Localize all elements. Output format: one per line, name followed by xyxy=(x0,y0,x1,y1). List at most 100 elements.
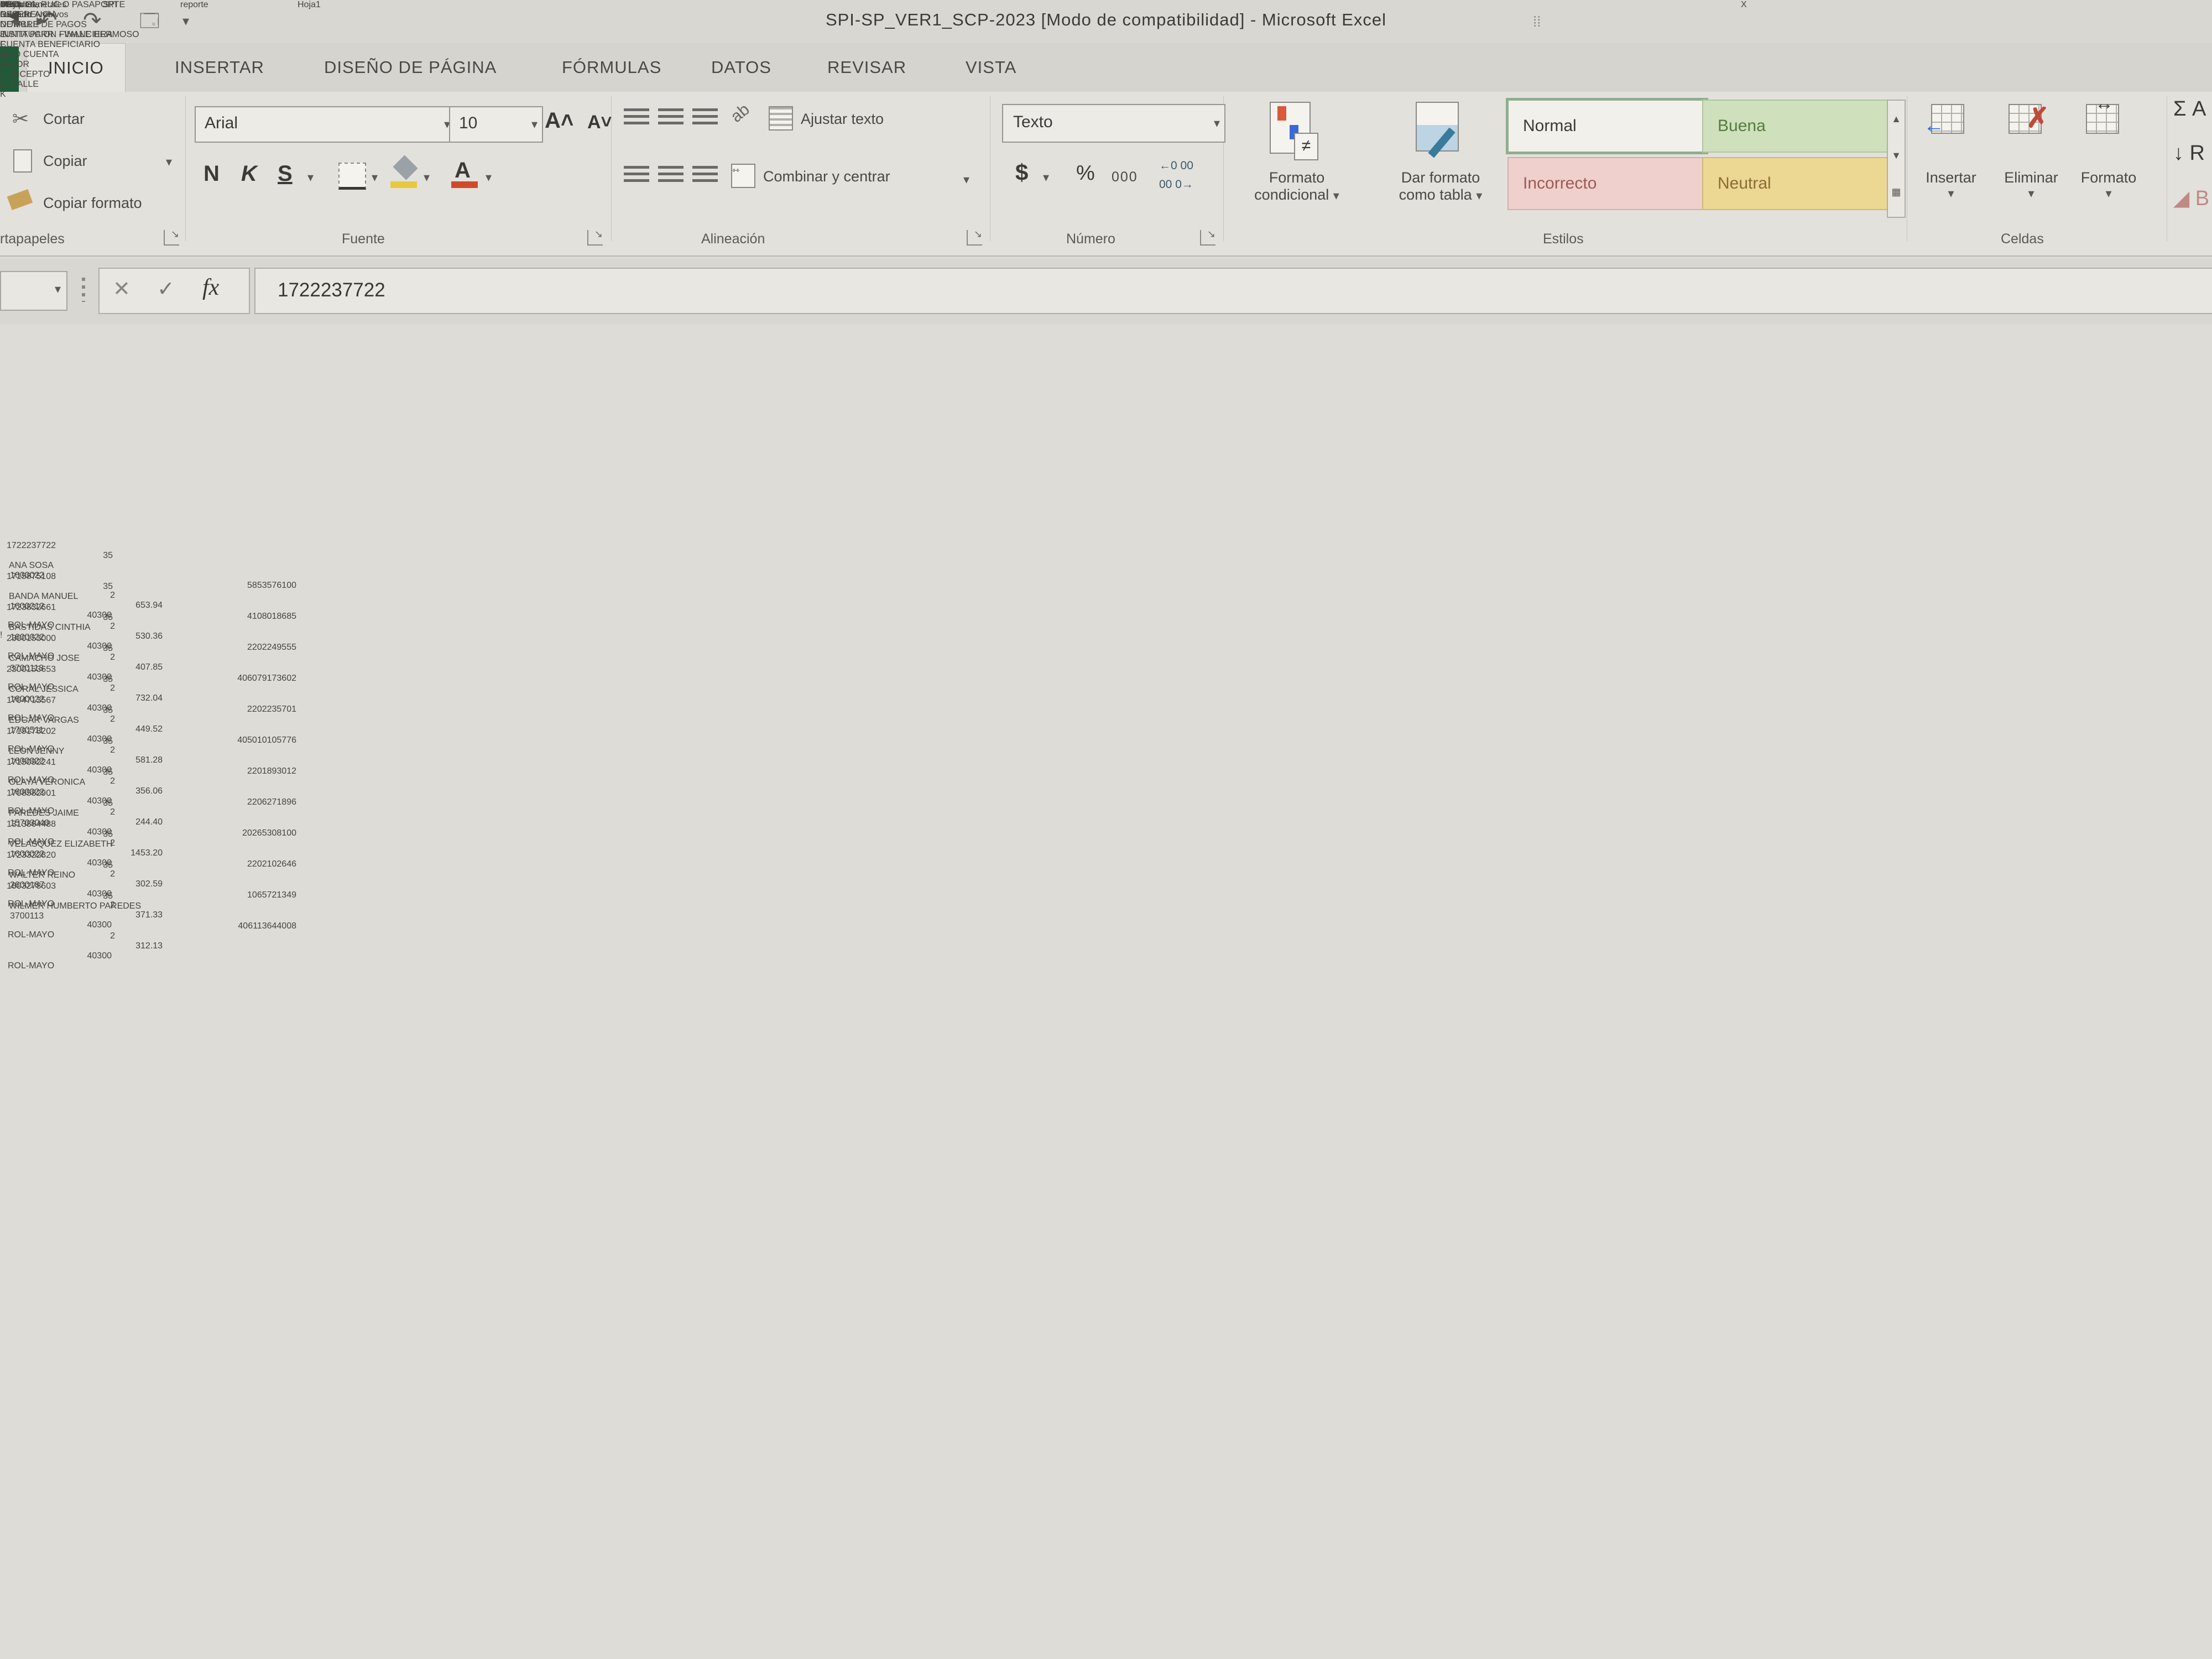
style-normal[interactable]: Normal xyxy=(1507,100,1707,153)
autosum-icon[interactable]: Σ A xyxy=(2173,97,2206,121)
align-top-icon[interactable] xyxy=(624,108,649,127)
bold-button[interactable]: N xyxy=(204,161,220,186)
cell-referencia[interactable]: 35 xyxy=(0,613,126,623)
number-dialog-launcher-icon[interactable]: ↘ xyxy=(1200,230,1215,246)
conditional-format-button[interactable]: Formato condicional ▾ xyxy=(1244,169,1349,204)
sheet-nav-right-icon[interactable]: ▸ xyxy=(36,11,45,30)
font-color-icon[interactable]: A xyxy=(455,158,471,183)
cell-nombre[interactable]: BASTIDAS CINTHIA xyxy=(0,623,421,633)
cell-cedula[interactable]: 1715875108 xyxy=(0,572,182,582)
cell-referencia[interactable]: 35 xyxy=(0,830,126,839)
align-bottom-icon[interactable] xyxy=(692,108,718,127)
align-left-icon[interactable] xyxy=(624,166,649,185)
cell-referencia[interactable]: 35 xyxy=(0,737,126,747)
font-size-combobox[interactable]: 10▾ xyxy=(449,106,543,143)
cell-nombre[interactable]: LEON JENNY xyxy=(0,747,421,757)
cell-nombre[interactable]: WILMER HUMBERTO PAREDES xyxy=(0,901,421,911)
cell-cedula[interactable]: 1704713567 xyxy=(0,696,182,706)
shrink-font-icon[interactable]: A˅ xyxy=(587,112,612,133)
borders-icon[interactable] xyxy=(338,163,366,190)
excel-app-icon[interactable]: X xyxy=(1741,0,1747,10)
cell-cedula[interactable]: 1715092241 xyxy=(0,758,182,768)
cell-nombre[interactable]: VELASQUEZ ELIZABETH xyxy=(0,839,421,849)
column-header-K[interactable]: K xyxy=(0,90,31,100)
format-painter-button[interactable]: Copiar formato xyxy=(43,195,142,212)
cell-cedula[interactable]: 1719178202 xyxy=(0,727,182,737)
cell-nombre[interactable]: EDGAR VARGAS xyxy=(0,716,421,726)
align-center-icon[interactable] xyxy=(658,166,684,185)
cell-cedula[interactable]: 1708582901 xyxy=(0,789,182,799)
cell-nombre[interactable]: BANDA MANUEL xyxy=(0,592,421,602)
fill-down-icon[interactable]: ↓ R xyxy=(2173,142,2205,165)
fill-color-caret-icon[interactable]: ▾ xyxy=(424,170,430,185)
clipboard-dialog-launcher-icon[interactable]: ↘ xyxy=(164,230,179,246)
font-color-caret-icon[interactable]: ▾ xyxy=(486,170,492,185)
cell-nombre[interactable]: OLAYA VERONICA xyxy=(0,778,421,787)
align-middle-icon[interactable] xyxy=(658,108,684,127)
merge-caret-icon[interactable]: ▾ xyxy=(963,173,969,187)
borders-caret-icon[interactable]: ▾ xyxy=(372,170,378,185)
currency-caret-icon[interactable]: ▾ xyxy=(1043,170,1049,185)
cell-referencia[interactable]: 35 xyxy=(0,891,126,901)
cell-nombre[interactable]: CAMACHO JOSE xyxy=(0,654,421,664)
cell-cedula[interactable]: 1722237722 xyxy=(0,541,182,551)
delete-button[interactable]: Eliminar▾ xyxy=(1995,169,2067,201)
name-box[interactable]: ▾ xyxy=(0,271,67,311)
format-as-table-button[interactable]: Dar formato como tabla ▾ xyxy=(1383,169,1499,204)
align-right-icon[interactable] xyxy=(692,166,718,185)
number-format-combobox[interactable]: Texto▾ xyxy=(1002,104,1225,143)
tab-splitter-icon[interactable]: ⁞⁞ xyxy=(1533,13,1541,30)
percent-format-icon[interactable]: % xyxy=(1076,161,1095,185)
cell-nombre[interactable]: ANA SOSA xyxy=(0,561,421,571)
cell-nombre[interactable]: CORAL JESSICA xyxy=(0,685,421,695)
tab-vista[interactable]: VISTA xyxy=(945,43,1037,92)
merge-center-button[interactable]: Combinar y centrar xyxy=(763,168,890,185)
fx-icon[interactable]: fx xyxy=(202,274,219,301)
clear-icon[interactable]: ◢ B xyxy=(2173,186,2209,211)
cell-valor[interactable]: 312.13 xyxy=(0,941,176,951)
fill-color-icon[interactable] xyxy=(393,155,418,180)
decrease-decimal-icon[interactable]: 00 0→ xyxy=(1159,178,1193,191)
cell-cedula[interactable]: 1313864488 xyxy=(0,820,182,830)
cancel-icon[interactable]: ✕ xyxy=(113,276,131,301)
cell-referencia[interactable]: 35 xyxy=(0,675,126,685)
cell-cuenta[interactable]: 406113644008 xyxy=(0,921,311,931)
cell-institucion[interactable]: 3700113 xyxy=(0,911,222,921)
grow-font-icon[interactable]: A˄ xyxy=(545,108,573,133)
cell-referencia[interactable]: 35 xyxy=(0,799,126,808)
cell-referencia[interactable]: 35 xyxy=(0,551,126,561)
font-dialog-launcher-icon[interactable]: ↘ xyxy=(587,230,603,246)
italic-button[interactable]: K xyxy=(241,161,257,186)
cell-cedula[interactable]: 1803278603 xyxy=(0,881,182,891)
font-family-combobox[interactable]: Arial▾ xyxy=(195,106,456,143)
formula-input[interactable]: 1722237722 xyxy=(254,268,2212,314)
insert-button[interactable]: Insertar▾ xyxy=(1918,169,1984,201)
sheet-tab-reporte[interactable]: reporte xyxy=(180,0,208,10)
wrap-text-button[interactable]: Ajustar texto xyxy=(801,111,884,128)
copy-button[interactable]: Copiar xyxy=(43,153,87,170)
tab-f-rmulas[interactable]: FÓRMULAS xyxy=(541,43,682,92)
cell-cedula[interactable]: 2300153000 xyxy=(0,634,182,644)
increase-decimal-icon[interactable]: ←0 00 xyxy=(1159,159,1193,173)
cut-button[interactable]: Cortar xyxy=(43,111,85,128)
cell-nombre[interactable]: WALTER REINO xyxy=(0,870,421,880)
sheet-tab-hoja1[interactable]: Hoja1 xyxy=(298,0,321,10)
cell-referencia[interactable]: 35 xyxy=(0,768,126,778)
tab-datos[interactable]: DATOS xyxy=(690,43,792,92)
format-button[interactable]: Formato▾ xyxy=(2073,169,2145,201)
sheet-tab-spi[interactable]: SPI xyxy=(103,0,117,10)
currency-format-icon[interactable]: $ xyxy=(1015,159,1028,186)
cell-concepto[interactable]: 40300 xyxy=(0,951,117,961)
cell-referencia[interactable]: 35 xyxy=(0,860,126,870)
styles-gallery-scroll[interactable]: ▲▼▦ xyxy=(1887,100,1906,218)
alignment-dialog-launcher-icon[interactable]: ↘ xyxy=(967,230,982,246)
cell-nombre[interactable]: PAREDES JAIME xyxy=(0,808,421,818)
cell-cedula[interactable]: 1723322820 xyxy=(0,851,182,860)
style-buena[interactable]: Buena xyxy=(1702,100,1901,153)
enter-icon[interactable]: ✓ xyxy=(157,276,175,301)
cell-cedula[interactable]: 1723832661 xyxy=(0,603,182,613)
copy-caret-icon[interactable]: ▾ xyxy=(166,155,172,169)
underline-caret-icon[interactable]: ▾ xyxy=(307,170,314,185)
orientation-icon[interactable]: ab xyxy=(727,100,753,126)
thousands-format-icon[interactable]: 000 xyxy=(1112,169,1138,185)
